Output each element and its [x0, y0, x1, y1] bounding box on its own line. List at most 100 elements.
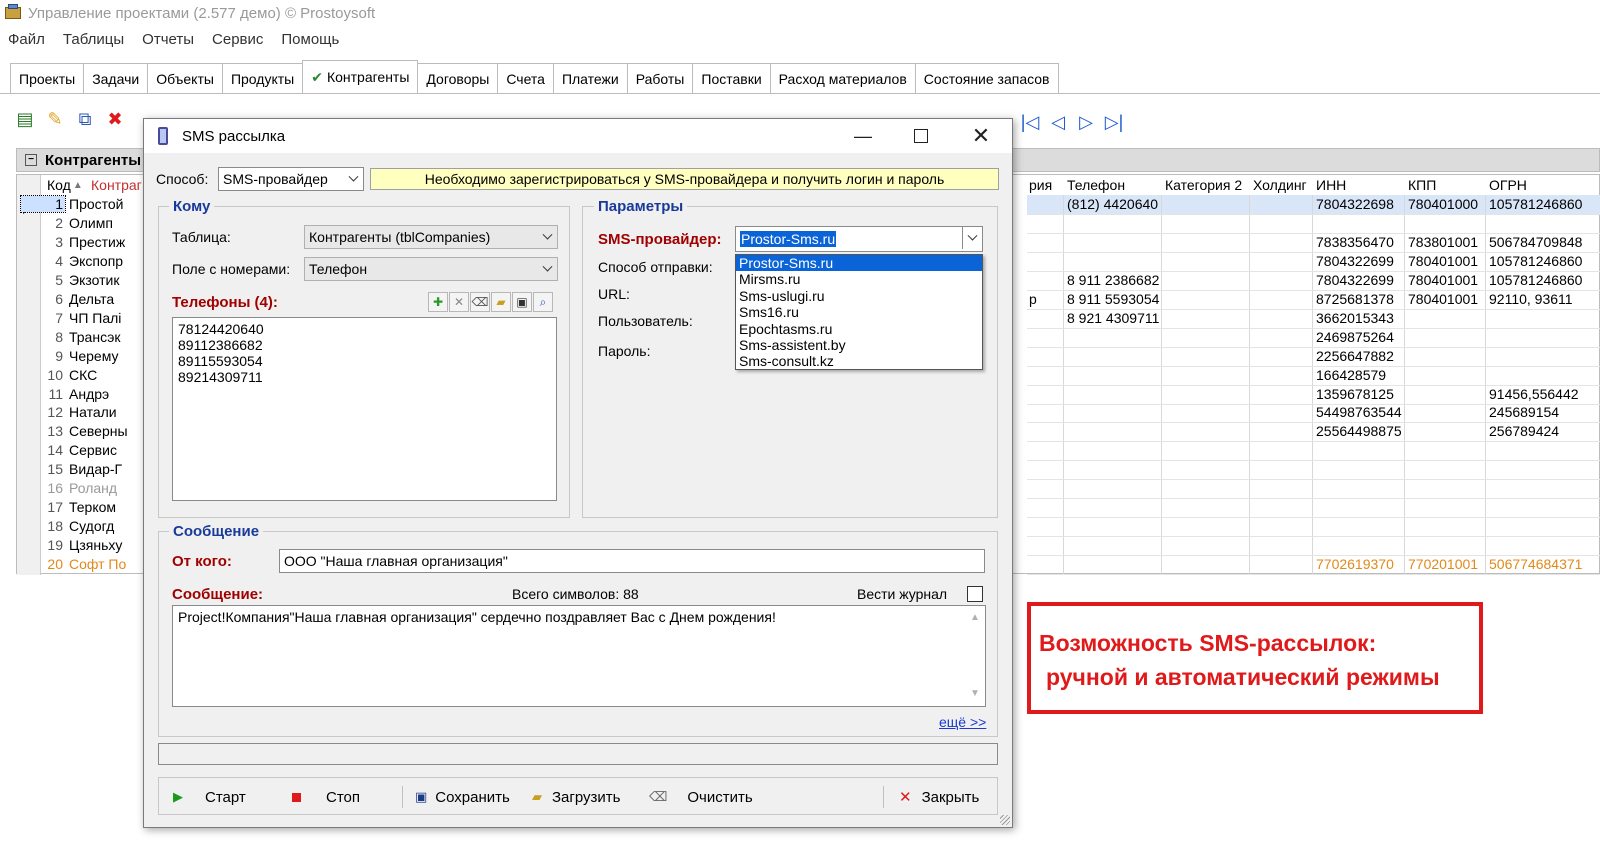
resize-grip[interactable]: [1000, 815, 1010, 825]
tab-products[interactable]: Продукты: [221, 63, 304, 93]
col-head-code[interactable]: Код ▲: [47, 175, 83, 195]
scroll-up-icon[interactable]: ▲: [970, 610, 980, 626]
save-disk-icon: ▣: [415, 789, 428, 804]
tab-projects[interactable]: Проекты: [10, 63, 85, 93]
chevron-down-icon: [537, 226, 557, 248]
provider-option[interactable]: Sms16.ru: [736, 304, 982, 320]
minimize-button[interactable]: —: [834, 119, 892, 153]
method-select[interactable]: SMS-провайдер: [218, 167, 364, 191]
collapse-icon[interactable]: −: [25, 154, 37, 166]
provider-option[interactable]: Epochtasms.ru: [736, 321, 982, 337]
scroll-down-icon[interactable]: ▼: [970, 686, 980, 702]
eraser-icon[interactable]: ⌫: [470, 292, 490, 312]
provider-option[interactable]: Sms-assistent.by: [736, 337, 982, 353]
provider-option[interactable]: Mirsms.ru: [736, 271, 982, 287]
from-input[interactable]: ООО "Наша главная организация": [279, 549, 985, 573]
col-head-right[interactable]: рия: [1029, 177, 1052, 193]
provider-dropdown-list[interactable]: Prostor-Sms.ru Mirsms.ru Sms-uslugi.ru S…: [735, 254, 983, 370]
tab-material-usage[interactable]: Расход материалов: [769, 63, 916, 93]
tab-works[interactable]: Работы: [626, 63, 694, 93]
provider-select[interactable]: Prostor-Sms.ru: [735, 226, 983, 252]
app-logo-icon: [4, 4, 22, 22]
delete-icon[interactable]: ✖: [102, 106, 128, 132]
save-label: Сохранить: [435, 788, 510, 806]
phones-toolbar: ✚ ✕ ⌫ ▰ ▣ ⌕: [428, 292, 553, 312]
progress-bar: [158, 743, 998, 765]
new-record-icon[interactable]: ▤: [12, 106, 38, 132]
menu-reports[interactable]: Отчеты: [142, 31, 194, 48]
tab-label: Состояние запасов: [923, 70, 1050, 87]
menu-file[interactable]: Файл: [8, 31, 45, 48]
info-banner: Необходимо зарегистрироваться у SMS-пров…: [370, 168, 999, 190]
tab-invoices[interactable]: Счета: [497, 63, 554, 93]
field-value: Телефон: [309, 261, 368, 277]
chevron-down-icon: [537, 258, 557, 280]
dialog-bottom-toolbar: ▶ Старт Стоп ▣ Сохранить ▰ Загрузить ⌫ О…: [158, 777, 998, 815]
remove-phone-button[interactable]: ✕: [449, 292, 469, 312]
save-button[interactable]: ▣ Сохранить: [415, 778, 510, 816]
tab-contracts[interactable]: Договоры: [417, 63, 499, 93]
tab-stock-status[interactable]: Состояние запасов: [914, 63, 1059, 93]
tab-payments[interactable]: Платежи: [552, 63, 628, 93]
grid-panel-title: Контрагенты: [45, 151, 142, 169]
col-head-label: Код: [47, 177, 71, 193]
save-disk-icon[interactable]: ▣: [512, 292, 532, 312]
stop-icon: [292, 792, 301, 802]
tab-objects[interactable]: Объекты: [147, 63, 223, 93]
provider-option[interactable]: Prostor-Sms.ru: [736, 255, 982, 272]
copy-icon[interactable]: ⧉: [72, 106, 98, 132]
table-select[interactable]: Контрагенты (tblCompanies): [304, 225, 558, 249]
tab-label: Задачи: [92, 70, 140, 87]
menu-tables[interactable]: Таблицы: [63, 31, 124, 48]
search-icon[interactable]: ⌕: [533, 292, 553, 312]
row-code: 13: [47, 423, 63, 440]
start-button[interactable]: ▶ Старт: [173, 778, 246, 816]
row-code: 4: [55, 252, 63, 269]
prev-record-icon[interactable]: ◁: [1046, 110, 1070, 134]
row-code: 5: [55, 271, 63, 288]
edit-pencil-icon[interactable]: ✎: [42, 106, 68, 132]
next-record-icon[interactable]: ▷: [1074, 110, 1098, 134]
col-head-right[interactable]: Холдинг: [1253, 177, 1307, 193]
close-button[interactable]: ✕ Закрыть: [899, 778, 979, 816]
load-button[interactable]: ▰ Загрузить: [532, 778, 621, 816]
tab-tasks[interactable]: Задачи: [83, 63, 149, 93]
maximize-icon: [914, 129, 928, 143]
tab-label: Счета: [506, 70, 545, 87]
col-head-right[interactable]: Телефон: [1067, 177, 1125, 193]
phone-number: 89115593054: [178, 353, 263, 369]
last-record-icon[interactable]: ▷|: [1102, 110, 1126, 134]
first-record-icon[interactable]: |◁: [1018, 110, 1042, 134]
row-code: 19: [47, 537, 63, 554]
stop-button[interactable]: Стоп: [292, 778, 360, 816]
menu-bar: Файл Таблицы Отчеты Сервис Помощь: [0, 27, 1600, 51]
col-head-right[interactable]: КПП: [1408, 177, 1436, 193]
menu-service[interactable]: Сервис: [212, 31, 263, 48]
menu-help[interactable]: Помощь: [281, 31, 339, 48]
clear-button[interactable]: ⌫ Очистить: [649, 778, 753, 816]
col-head-right[interactable]: Категория 2: [1165, 177, 1242, 193]
col-head-right[interactable]: ИНН: [1316, 177, 1346, 193]
tab-deliveries[interactable]: Поставки: [692, 63, 771, 93]
provider-option[interactable]: Sms-uslugi.ru: [736, 288, 982, 304]
provider-label: SMS-провайдер:: [598, 231, 722, 248]
more-link[interactable]: ещё >>: [939, 714, 986, 730]
method-label: Способ:: [156, 171, 209, 187]
add-phone-button[interactable]: ✚: [428, 292, 448, 312]
phones-textarea[interactable]: 78124420640 89112386682 89115593054 8921…: [172, 317, 557, 501]
provider-option[interactable]: Sms-consult.kz: [736, 353, 982, 369]
log-checkbox[interactable]: [967, 586, 983, 602]
phone-number: 89214309711: [178, 369, 263, 385]
col-head-name[interactable]: Контраг: [91, 175, 142, 195]
message-textarea[interactable]: Project!Компания"Наша главная организаци…: [172, 605, 986, 707]
field-select[interactable]: Телефон: [304, 257, 558, 281]
maximize-button[interactable]: [892, 119, 950, 153]
col-head-right[interactable]: ОГРН: [1489, 177, 1527, 193]
close-window-button[interactable]: ✕: [952, 119, 1010, 153]
tab-contractors[interactable]: ✔ Контрагенты: [302, 60, 419, 93]
sort-asc-icon: ▲: [72, 179, 83, 191]
check-icon: ✔: [311, 68, 323, 85]
message-scrollbar[interactable]: ▲ ▼: [965, 606, 985, 706]
row-code: 9: [55, 347, 63, 364]
open-folder-icon[interactable]: ▰: [491, 292, 511, 312]
